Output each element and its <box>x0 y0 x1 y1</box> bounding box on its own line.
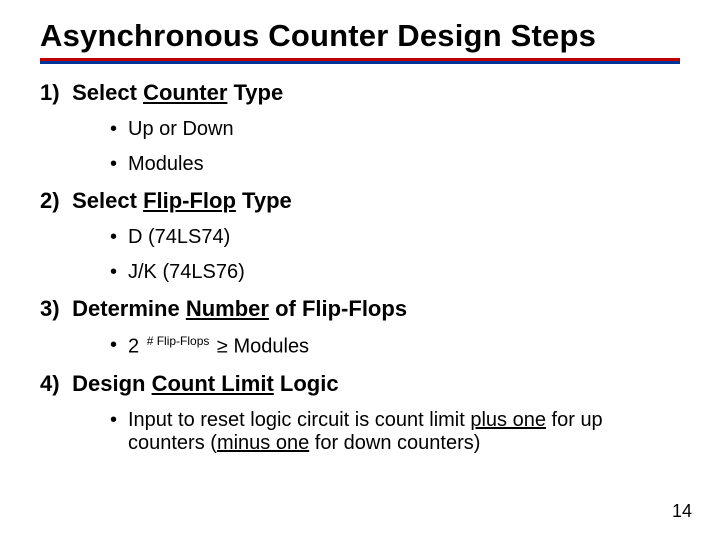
step-label-pre: Determine <box>72 296 186 321</box>
step-3: 3) Determine Number of Flip-Flops 2 # Fl… <box>40 296 680 359</box>
step-heading: 1) Select Counter Type <box>40 80 680 106</box>
step-label-pre: Select <box>72 188 143 213</box>
step-heading: 4) Design Count Limit Logic <box>40 371 680 397</box>
step-label-under: Count Limit <box>152 371 274 396</box>
bullet: J/K (74LS76) <box>110 261 680 284</box>
step-label-under: Number <box>186 296 269 321</box>
bullet: Modules <box>110 153 680 176</box>
step-bullets: D (74LS74) J/K (74LS76) <box>40 226 680 284</box>
step-bullets: Input to reset logic circuit is count li… <box>40 409 680 455</box>
step-label-under: Counter <box>143 80 227 105</box>
slide: Asynchronous Counter Design Steps 1) Sel… <box>0 0 720 540</box>
step-4: 4) Design Count Limit Logic Input to res… <box>40 371 680 455</box>
bullet: Input to reset logic circuit is count li… <box>110 409 680 455</box>
step-label-under: Flip-Flop <box>143 188 236 213</box>
steps-list: 1) Select Counter Type Up or Down Module… <box>40 80 680 455</box>
step-number: 2) <box>40 188 66 214</box>
step-label-post: Type <box>236 188 292 213</box>
bullet: 2 # Flip-Flops ≥ Modules <box>110 334 680 359</box>
step-heading: 3) Determine Number of Flip-Flops <box>40 296 680 322</box>
step-number: 4) <box>40 371 66 397</box>
slide-title: Asynchronous Counter Design Steps <box>40 18 680 54</box>
page-number: 14 <box>672 501 692 522</box>
bullet: D (74LS74) <box>110 226 680 249</box>
step-number: 1) <box>40 80 66 106</box>
step-bullets: Up or Down Modules <box>40 118 680 176</box>
step-label-post: Type <box>227 80 283 105</box>
step-label-pre: Select <box>72 80 143 105</box>
step-number: 3) <box>40 296 66 322</box>
step-label-pre: Design <box>72 371 151 396</box>
step-1: 1) Select Counter Type Up or Down Module… <box>40 80 680 176</box>
step-heading: 2) Select Flip-Flop Type <box>40 188 680 214</box>
bullet: Up or Down <box>110 118 680 141</box>
step-bullets: 2 # Flip-Flops ≥ Modules <box>40 334 680 359</box>
title-underline <box>40 58 680 64</box>
step-label-post: Logic <box>274 371 339 396</box>
step-label-post: of Flip-Flops <box>269 296 407 321</box>
step-2: 2) Select Flip-Flop Type D (74LS74) J/K … <box>40 188 680 284</box>
